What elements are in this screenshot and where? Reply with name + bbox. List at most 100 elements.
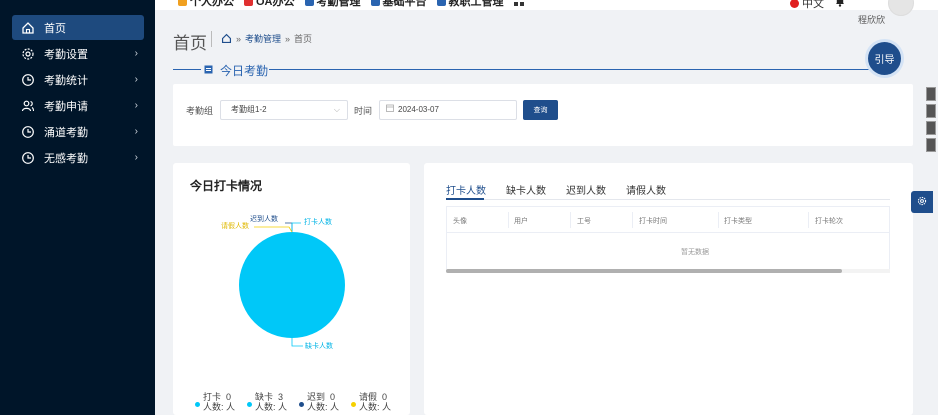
clock-icon: [21, 73, 35, 87]
punch-pie-chart: 迟到人数 打卡人数 请假人数 缺卡人数: [221, 214, 345, 350]
sidebar: 首页 考勤设置 › 考勤统计 › 考勤申请 › 涌道考勤 › 无感考勤 ›: [0, 0, 155, 415]
column-header: 用户: [514, 218, 528, 225]
group-label: 考勤组: [186, 106, 214, 116]
thumbnail-icon[interactable]: [926, 121, 936, 135]
users-icon: [21, 99, 35, 113]
time-label: 时间: [354, 106, 373, 116]
query-button[interactable]: 查询: [523, 100, 558, 120]
pie-label-punched: 打卡人数: [304, 217, 332, 226]
home-icon: [21, 21, 35, 35]
app-icon: [370, 0, 380, 6]
calendar-icon: [386, 101, 394, 119]
scrollbar-thumb[interactable]: [446, 269, 842, 273]
attendance-list-card: [424, 163, 913, 415]
chevron-right-icon: ›: [134, 100, 138, 111]
app-icon: [244, 0, 253, 6]
column-header: 头像: [453, 218, 467, 225]
language-switch[interactable]: 中文: [790, 0, 824, 11]
empty-state-text: 暂无数据: [681, 249, 709, 256]
legend-dot: [195, 402, 200, 407]
pie-label-leave: 请假人数: [221, 221, 249, 230]
top-nav-staff-management[interactable]: 教职工管理: [436, 0, 504, 9]
column-divider: [508, 212, 509, 228]
clock-icon: [21, 125, 35, 139]
sidebar-item-label: 首页: [44, 22, 66, 35]
chevron-down-icon: ⌵: [333, 105, 340, 114]
pie-slice-absent: [239, 232, 345, 338]
column-header: 打卡轮次: [815, 218, 843, 225]
sidebar-item-contactless-attendance[interactable]: 无感考勤 ›: [12, 145, 144, 170]
sidebar-item-home[interactable]: 首页: [12, 15, 144, 40]
chevron-right-icon: ›: [134, 126, 138, 137]
legend-item-punched: 打卡 0 人数: 人: [195, 392, 235, 412]
clock-icon: [21, 151, 35, 165]
pie-label-late: 迟到人数: [250, 214, 278, 223]
breadcrumb: » 考勤管理 » 首页: [221, 32, 312, 45]
legend-dot: [247, 402, 252, 407]
thumbnail-icon[interactable]: [926, 87, 936, 101]
bell-icon[interactable]: [834, 0, 846, 7]
legend-item-absent: 缺卡 3 人数: 人: [247, 392, 287, 412]
top-nav-personal-office[interactable]: 个人办公: [178, 0, 234, 9]
sidebar-item-label: 考勤设置: [44, 48, 88, 61]
tab-late[interactable]: 迟到人数: [566, 182, 606, 197]
gear-icon: [21, 47, 35, 61]
legend-item-leave: 请假 0 人数: 人: [351, 392, 391, 412]
legend-dot: [351, 402, 356, 407]
table-header-divider: [446, 232, 890, 233]
settings-float-button[interactable]: [911, 191, 933, 213]
breadcrumb-separator: »: [236, 33, 242, 44]
tab-divider: [446, 199, 890, 200]
sidebar-item-attendance-settings[interactable]: 考勤设置 ›: [12, 41, 144, 66]
chevron-right-icon: ›: [134, 48, 138, 59]
home-icon[interactable]: [221, 33, 232, 44]
date-picker[interactable]: 2024-03-07: [379, 100, 517, 120]
card-title: 今日打卡情况: [190, 179, 263, 193]
flag-icon: [790, 0, 799, 8]
top-nav-base-platform[interactable]: 基础平台: [370, 0, 427, 9]
apps-grid-icon[interactable]: [513, 0, 524, 9]
legend-dot: [299, 402, 304, 407]
gear-icon: [917, 196, 927, 209]
attendance-group-select[interactable]: 考勤组1-2 ⌵: [220, 100, 348, 120]
sidebar-item-label: 涌道考勤: [44, 126, 88, 139]
sidebar-item-channel-attendance[interactable]: 涌道考勤 ›: [12, 119, 144, 144]
top-nav: 个人办公 OA办公 考勤管理 基础平台 教职工管理: [178, 0, 524, 9]
section-title: 今日考勤: [220, 64, 269, 78]
sidebar-item-label: 考勤申请: [44, 100, 88, 113]
thumbnail-icon[interactable]: [926, 104, 936, 118]
tab-absent[interactable]: 缺卡人数: [506, 182, 546, 197]
page-title: 首页: [173, 34, 207, 53]
app-icon: [304, 0, 314, 6]
sidebar-item-label: 考勤统计: [44, 74, 88, 87]
column-divider: [632, 212, 633, 228]
breadcrumb-current: 首页: [294, 34, 313, 44]
sidebar-item-attendance-stats[interactable]: 考勤统计 ›: [12, 67, 144, 92]
breadcrumb-link[interactable]: 考勤管理: [245, 32, 281, 45]
thumbnail-icon[interactable]: [926, 138, 936, 152]
column-divider: [570, 212, 571, 228]
sidebar-item-attendance-apply[interactable]: 考勤申请 ›: [12, 93, 144, 118]
tab-leave[interactable]: 请假人数: [626, 182, 666, 197]
breadcrumb-separator: »: [285, 33, 291, 44]
chevron-right-icon: ›: [134, 74, 138, 85]
sidebar-item-label: 无感考勤: [44, 152, 88, 165]
legend-item-late: 迟到 0 人数: 人: [299, 392, 339, 412]
section-divider: [269, 69, 899, 70]
top-nav-oa-office[interactable]: OA办公: [244, 0, 295, 9]
calendar-icon: [204, 64, 213, 74]
column-header: 打卡时间: [639, 218, 667, 225]
title-divider: [211, 31, 212, 47]
column-header: 工号: [577, 218, 591, 225]
column-divider: [808, 212, 809, 228]
tab-punched[interactable]: 打卡人数: [446, 182, 486, 197]
app-icon: [178, 0, 187, 6]
top-nav-attendance[interactable]: 考勤管理: [304, 0, 361, 9]
column-header: 打卡类型: [724, 218, 752, 225]
tab-active-indicator: [446, 198, 484, 200]
column-divider: [718, 212, 719, 228]
guide-button[interactable]: 引导: [868, 42, 901, 75]
pie-label-absent: 缺卡人数: [305, 341, 333, 350]
chevron-right-icon: ›: [134, 152, 138, 163]
username[interactable]: 程欣欣: [858, 13, 885, 26]
